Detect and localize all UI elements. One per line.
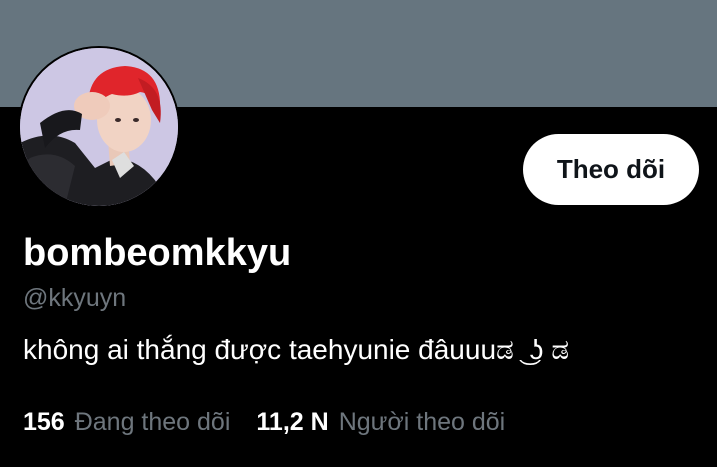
display-name: bombeomkkyu (23, 232, 292, 274)
profile-bio: không ai thắng được taehyunie đâuuuಡ ͜ ʖ… (23, 334, 570, 365)
followers-stat-link[interactable]: 11,2 N Người theo dõi (256, 404, 505, 440)
following-count: 156 (23, 408, 65, 436)
profile-header: Theo dõi bombeomkkyu @kkyuyn không ai th… (0, 0, 717, 467)
user-handle: @kkyuyn (23, 284, 127, 312)
following-stat-link[interactable]: 156 Đang theo dõi (23, 404, 230, 440)
follow-button[interactable]: Theo dõi (523, 134, 699, 205)
followers-count: 11,2 N (256, 408, 329, 436)
followers-label: Người theo dõi (338, 408, 506, 436)
profile-stats: 156 Đang theo dõi 11,2 N Người theo dõi (23, 404, 505, 440)
avatar[interactable] (18, 46, 180, 208)
following-label: Đang theo dõi (74, 408, 231, 436)
avatar-image (20, 48, 178, 206)
